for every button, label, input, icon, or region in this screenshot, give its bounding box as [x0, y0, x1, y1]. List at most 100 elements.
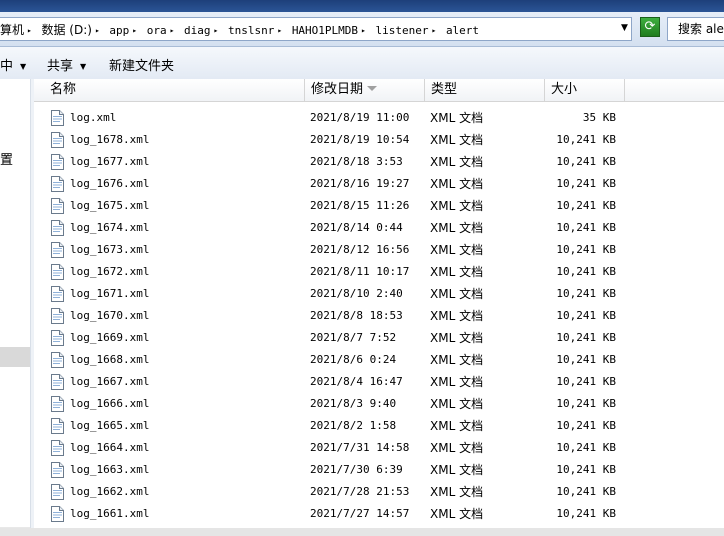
file-name[interactable]: log_1663.xml [70, 459, 149, 481]
breadcrumb-listener[interactable]: listener [376, 24, 429, 37]
xml-document-icon [51, 418, 64, 434]
file-name[interactable]: log_1666.xml [70, 393, 149, 415]
file-name[interactable]: log_1669.xml [70, 327, 149, 349]
chevron-right-icon[interactable]: ▸ [27, 26, 32, 35]
file-row[interactable]: log_1667.xml 2021/8/4 16:47 XML 文档 10,241 K… [34, 371, 724, 393]
xml-document-icon [51, 242, 64, 258]
column-header-size[interactable]: 大小 [545, 79, 625, 101]
file-name[interactable]: log_1676.xml [70, 173, 149, 195]
file-row[interactable]: log_1677.xml 2021/8/18 3:53 XML 文档 10,241 K… [34, 151, 724, 173]
file-name[interactable]: log_1664.xml [70, 437, 149, 459]
file-name[interactable]: log_1662.xml [70, 481, 149, 503]
chevron-right-icon[interactable]: ▸ [95, 26, 100, 35]
file-row[interactable]: log_1675.xml 2021/8/15 11:26 XML 文档 10,241 … [34, 195, 724, 217]
file-row[interactable]: log_1662.xml 2021/7/28 21:53 XML 文档 10,241 … [34, 481, 724, 503]
file-name[interactable]: log_1677.xml [70, 151, 149, 173]
breadcrumb-drive[interactable]: 数据 (D:) [41, 23, 91, 37]
xml-document-icon [51, 220, 64, 236]
file-name[interactable]: log.xml [70, 107, 116, 129]
xml-document-icon [51, 286, 64, 302]
column-header-name[interactable]: 名称 [34, 79, 305, 101]
breadcrumb-alert[interactable]: alert [446, 24, 479, 37]
chevron-right-icon[interactable]: ▸ [431, 26, 436, 35]
file-name[interactable]: log_1668.xml [70, 349, 149, 371]
file-type: XML 文档 [430, 265, 484, 279]
file-modified-date: 2021/8/4 16:47 [310, 375, 403, 388]
file-name[interactable]: log_1670.xml [70, 305, 149, 327]
file-row[interactable]: log_1669.xml 2021/8/7 7:52 XML 文档 10,241 KB [34, 327, 724, 349]
column-header-date[interactable]: 修改日期 [305, 79, 425, 101]
file-type: XML 文档 [430, 331, 484, 345]
file-size: 10,241 KB [556, 463, 616, 476]
file-row[interactable]: log_1668.xml 2021/8/6 0:24 XML 文档 10,241 KB [34, 349, 724, 371]
file-row[interactable]: log_1670.xml 2021/8/8 18:53 XML 文档 10,241 K… [34, 305, 724, 327]
breadcrumb-app[interactable]: app [109, 24, 129, 37]
search-input[interactable]: 搜索 ale [667, 17, 724, 41]
file-row[interactable]: log.xml 2021/8/19 11:00 XML 文档 35 KB [34, 107, 724, 129]
breadcrumb-host[interactable]: HAHO1PLMDB [292, 24, 358, 37]
file-name[interactable]: log_1665.xml [70, 415, 149, 437]
new-folder-button[interactable]: 新建文件夹 [109, 55, 174, 74]
file-row[interactable]: log_1673.xml 2021/8/12 16:56 XML 文档 10,241 … [34, 239, 724, 261]
chevron-down-icon: ▼ [20, 62, 27, 71]
file-size: 10,241 KB [556, 133, 616, 146]
file-modified-date: 2021/8/6 0:24 [310, 353, 397, 366]
file-row[interactable]: log_1661.xml 2021/7/27 14:57 XML 文档 10,241 … [34, 503, 724, 525]
horizontal-scrollbar[interactable] [0, 528, 724, 536]
breadcrumb-ora[interactable]: ora [147, 24, 167, 37]
file-name[interactable]: log_1674.xml [70, 217, 149, 239]
file-row[interactable]: log_1663.xml 2021/7/30 6:39 XML 文档 10,241 K… [34, 459, 724, 481]
xml-document-icon [51, 374, 64, 390]
file-modified-date: 2021/8/16 19:27 [310, 177, 410, 190]
chevron-right-icon[interactable]: ▸ [277, 26, 282, 35]
xml-document-icon [51, 330, 64, 346]
file-type: XML 文档 [430, 309, 484, 323]
file-modified-date: 2021/7/31 14:58 [310, 441, 410, 454]
toolbar-menu-partial[interactable]: 中 ▼ [0, 55, 26, 74]
file-type: XML 文档 [430, 397, 484, 411]
chevron-right-icon[interactable]: ▸ [214, 26, 219, 35]
address-bar[interactable]: 算机 ▸ 数据 (D:) ▸ app ▸ ora ▸ diag ▸ tnslsnr ▸ HA… [0, 17, 632, 41]
breadcrumb-tnslsnr[interactable]: tnslsnr [228, 24, 274, 37]
file-name[interactable]: log_1661.xml [70, 503, 149, 525]
file-name[interactable]: log_1678.xml [70, 129, 149, 151]
xml-document-icon [51, 484, 64, 500]
file-row[interactable]: log_1665.xml 2021/8/2 1:58 XML 文档 10,241 KB [34, 415, 724, 437]
breadcrumb-diag[interactable]: diag [184, 24, 211, 37]
xml-document-icon [51, 440, 64, 456]
file-name[interactable]: log_1673.xml [70, 239, 149, 261]
file-name[interactable]: log_1675.xml [70, 195, 149, 217]
file-row[interactable]: log_1674.xml 2021/8/14 0:44 XML 文档 10,241 K… [34, 217, 724, 239]
file-row[interactable]: log_1664.xml 2021/7/31 14:58 XML 文档 10,241 … [34, 437, 724, 459]
nav-item-partial[interactable]: 置 [0, 149, 13, 168]
file-size: 35 KB [582, 111, 616, 124]
file-size: 10,241 KB [556, 507, 616, 520]
column-header-type[interactable]: 类型 [425, 79, 545, 101]
file-modified-date: 2021/8/3 9:40 [310, 397, 397, 410]
navigation-pane[interactable]: 置 [0, 79, 31, 536]
chevron-right-icon[interactable]: ▸ [170, 26, 175, 35]
file-name[interactable]: log_1672.xml [70, 261, 149, 283]
chevron-down-icon[interactable]: ▼ [621, 23, 628, 33]
file-row[interactable]: log_1671.xml 2021/8/10 2:40 XML 文档 10,241 K… [34, 283, 724, 305]
breadcrumb-computer[interactable]: 算机 [0, 23, 24, 37]
file-size: 10,241 KB [556, 485, 616, 498]
file-modified-date: 2021/8/11 10:17 [310, 265, 410, 278]
file-modified-date: 2021/8/7 7:52 [310, 331, 397, 344]
file-modified-date: 2021/8/8 18:53 [310, 309, 403, 322]
file-size: 10,241 KB [556, 353, 616, 366]
refresh-icon[interactable]: ⟳ [640, 17, 660, 37]
chevron-right-icon[interactable]: ▸ [361, 26, 366, 35]
file-row[interactable]: log_1676.xml 2021/8/16 19:27 XML 文档 10,241 … [34, 173, 724, 195]
file-name[interactable]: log_1667.xml [70, 371, 149, 393]
file-size: 10,241 KB [556, 441, 616, 454]
file-row[interactable]: log_1678.xml 2021/8/19 10:54 XML 文档 10,241 … [34, 129, 724, 151]
file-row[interactable]: log_1672.xml 2021/8/11 10:17 XML 文档 10,241 … [34, 261, 724, 283]
chevron-right-icon[interactable]: ▸ [132, 26, 137, 35]
xml-document-icon [51, 132, 64, 148]
nav-selected-item[interactable] [0, 347, 30, 367]
file-type: XML 文档 [430, 441, 484, 455]
file-name[interactable]: log_1671.xml [70, 283, 149, 305]
file-row[interactable]: log_1666.xml 2021/8/3 9:40 XML 文档 10,241 KB [34, 393, 724, 415]
share-button[interactable]: 共享 ▼ [47, 55, 86, 74]
